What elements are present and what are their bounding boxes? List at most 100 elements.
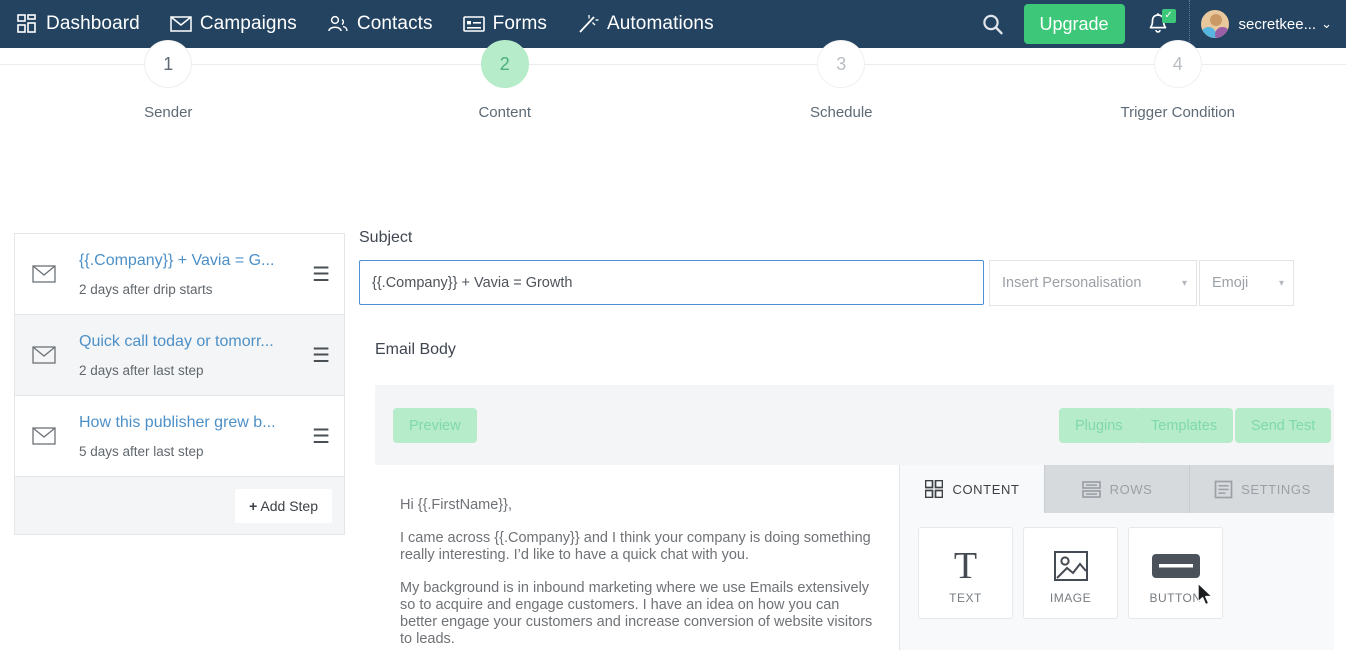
- nav-item-dashboard[interactable]: Dashboard: [16, 0, 140, 48]
- subject-input[interactable]: [359, 260, 984, 305]
- list-item[interactable]: Quick call today or tomorr... 2 days aft…: [15, 315, 344, 396]
- list-item[interactable]: {{.Company}} + Vavia = G... 2 days after…: [15, 234, 344, 315]
- search-icon[interactable]: [976, 7, 1010, 41]
- wizard-step-number: 1: [144, 40, 193, 88]
- email-paragraph: Hi {{.FirstName}},: [400, 497, 513, 513]
- email-body-editor: Preview Plugins Templates Send Test Hi {…: [375, 385, 1334, 650]
- email-paragraph: I came across {{.Company}} and I think y…: [400, 529, 871, 563]
- templates-button[interactable]: Templates: [1135, 408, 1234, 443]
- plus-icon: +: [249, 497, 258, 514]
- list-item-text: {{.Company}} + Vavia = G... 2 days after…: [79, 252, 302, 297]
- wizard-step-label: Trigger Condition: [1120, 104, 1236, 121]
- top-navigation-bar: Dashboard Campaigns Contacts Forms Autom…: [0, 0, 1346, 48]
- nav-item-campaigns[interactable]: Campaigns: [170, 0, 297, 48]
- rows-icon: [1082, 479, 1102, 499]
- send-test-button[interactable]: Send Test: [1235, 408, 1332, 443]
- step-title[interactable]: Quick call today or tomorr...: [79, 333, 302, 351]
- mouse-pointer-icon: [1197, 582, 1216, 614]
- envelope-icon: [170, 13, 192, 35]
- wizard-stepper: 1 Sender 2 Content 3 Schedule 4 Trigger …: [0, 40, 1346, 134]
- chevron-down-icon: ▾: [1278, 277, 1284, 289]
- plugins-button[interactable]: Plugins: [1059, 408, 1139, 443]
- email-canvas[interactable]: Hi {{.FirstName}}, I came across {{.Comp…: [375, 465, 900, 650]
- people-icon: [327, 13, 349, 35]
- block-image[interactable]: IMAGE: [1023, 527, 1118, 619]
- upgrade-button[interactable]: Upgrade: [1023, 4, 1125, 44]
- tab-settings[interactable]: SETTINGS: [1190, 465, 1334, 513]
- grid-icon: [924, 479, 944, 499]
- editor-body: Hi {{.FirstName}}, I came across {{.Comp…: [375, 465, 1334, 650]
- step-title[interactable]: {{.Company}} + Vavia = G...: [79, 252, 302, 270]
- grid-icon: [16, 13, 38, 35]
- wizard-step-label: Content: [478, 104, 532, 121]
- wizard-step-trigger-condition[interactable]: 4 Trigger Condition: [1009, 40, 1346, 134]
- tab-settings-label: SETTINGS: [1241, 481, 1311, 497]
- magic-wand-icon: [577, 13, 599, 35]
- step-timing: 2 days after last step: [79, 362, 204, 378]
- insert-personalisation-select[interactable]: Insert Personalisation ▾: [989, 260, 1197, 306]
- add-step-label: Add Step: [260, 497, 318, 514]
- tab-rows-label: ROWS: [1109, 481, 1153, 497]
- list-item-text: How this publisher grew b... 5 days afte…: [79, 414, 302, 459]
- step-title[interactable]: How this publisher grew b...: [79, 414, 302, 432]
- nav-label-campaigns: Campaigns: [199, 13, 297, 34]
- wizard-step-schedule[interactable]: 3 Schedule: [673, 40, 1010, 134]
- button-icon: [1151, 544, 1201, 588]
- drag-handle-icon[interactable]: ☰: [312, 424, 330, 449]
- subject-label: Subject: [359, 229, 413, 246]
- nav-label-forms: Forms: [492, 13, 547, 34]
- notification-badge: ✓: [1161, 9, 1176, 23]
- wizard-step-label: Schedule: [809, 104, 873, 121]
- add-step-button[interactable]: + Add Step: [235, 488, 332, 523]
- block-button-label: BUTTON: [1149, 591, 1202, 605]
- envelope-icon: [31, 342, 57, 368]
- block-text-label: TEXT: [949, 591, 982, 605]
- insert-personalisation-value: Insert Personalisation: [1002, 275, 1142, 291]
- block-image-label: IMAGE: [1049, 591, 1092, 605]
- text-T-icon: T: [953, 545, 978, 587]
- chevron-down-icon: ⌄: [1321, 16, 1332, 31]
- emoji-value: Emoji: [1212, 275, 1249, 291]
- nav-label-dashboard: Dashboard: [46, 13, 140, 34]
- nav-item-automations[interactable]: Automations: [577, 0, 714, 48]
- drag-handle-icon[interactable]: ☰: [312, 262, 330, 287]
- account-menu[interactable]: secretkee... ⌄: [1199, 0, 1346, 48]
- tab-rows[interactable]: ROWS: [1045, 465, 1190, 513]
- wizard-step-number: 3: [817, 40, 866, 88]
- wizard-step-sender[interactable]: 1 Sender: [0, 40, 337, 134]
- emoji-select[interactable]: Emoji ▾: [1199, 260, 1294, 306]
- wizard-step-content[interactable]: 2 Content: [336, 40, 673, 134]
- drag-handle-icon[interactable]: ☰: [312, 343, 330, 368]
- wizard-step-label: Sender: [144, 104, 193, 121]
- tab-content-label: CONTENT: [952, 481, 1020, 497]
- account-name: secretkee...: [1238, 15, 1317, 33]
- form-icon: [462, 13, 485, 35]
- editor-panel-tabs: CONTENT ROWS SETTINGS: [900, 465, 1334, 513]
- content-blocks: T TEXT IMAGE BUTTON: [900, 513, 1334, 619]
- drip-steps-panel: {{.Company}} + Vavia = G... 2 days after…: [14, 233, 345, 535]
- step-timing: 2 days after drip starts: [79, 281, 213, 297]
- nav-divider: [1188, 0, 1190, 48]
- block-text[interactable]: T TEXT: [918, 527, 1013, 619]
- nav-label-automations: Automations: [606, 13, 714, 34]
- editor-toolbar: Preview Plugins Templates Send Test: [375, 385, 1334, 465]
- list-item-text: Quick call today or tomorr... 2 days aft…: [79, 333, 302, 378]
- preview-button[interactable]: Preview: [393, 408, 477, 443]
- email-body-label: Email Body: [375, 341, 456, 358]
- chevron-down-icon: ▾: [1181, 277, 1187, 289]
- avatar: [1199, 9, 1230, 39]
- envelope-icon: [31, 261, 57, 287]
- nav-right-group: Upgrade ✓ secretkee... ⌄: [976, 0, 1346, 48]
- wizard-step-number: 2: [480, 40, 529, 88]
- nav-item-contacts[interactable]: Contacts: [327, 0, 433, 48]
- settings-list-icon: [1213, 479, 1233, 499]
- nav-label-contacts: Contacts: [356, 13, 433, 34]
- wizard-step-number: 4: [1153, 40, 1202, 88]
- email-paragraph: My background is in inbound marketing wh…: [400, 579, 873, 647]
- add-step-bar: + Add Step: [15, 477, 344, 534]
- step-timing: 5 days after last step: [79, 443, 204, 459]
- tab-content[interactable]: CONTENT: [900, 465, 1045, 513]
- notifications-button[interactable]: ✓: [1141, 7, 1176, 41]
- list-item[interactable]: How this publisher grew b... 5 days afte…: [15, 396, 344, 477]
- image-icon: [1053, 544, 1089, 588]
